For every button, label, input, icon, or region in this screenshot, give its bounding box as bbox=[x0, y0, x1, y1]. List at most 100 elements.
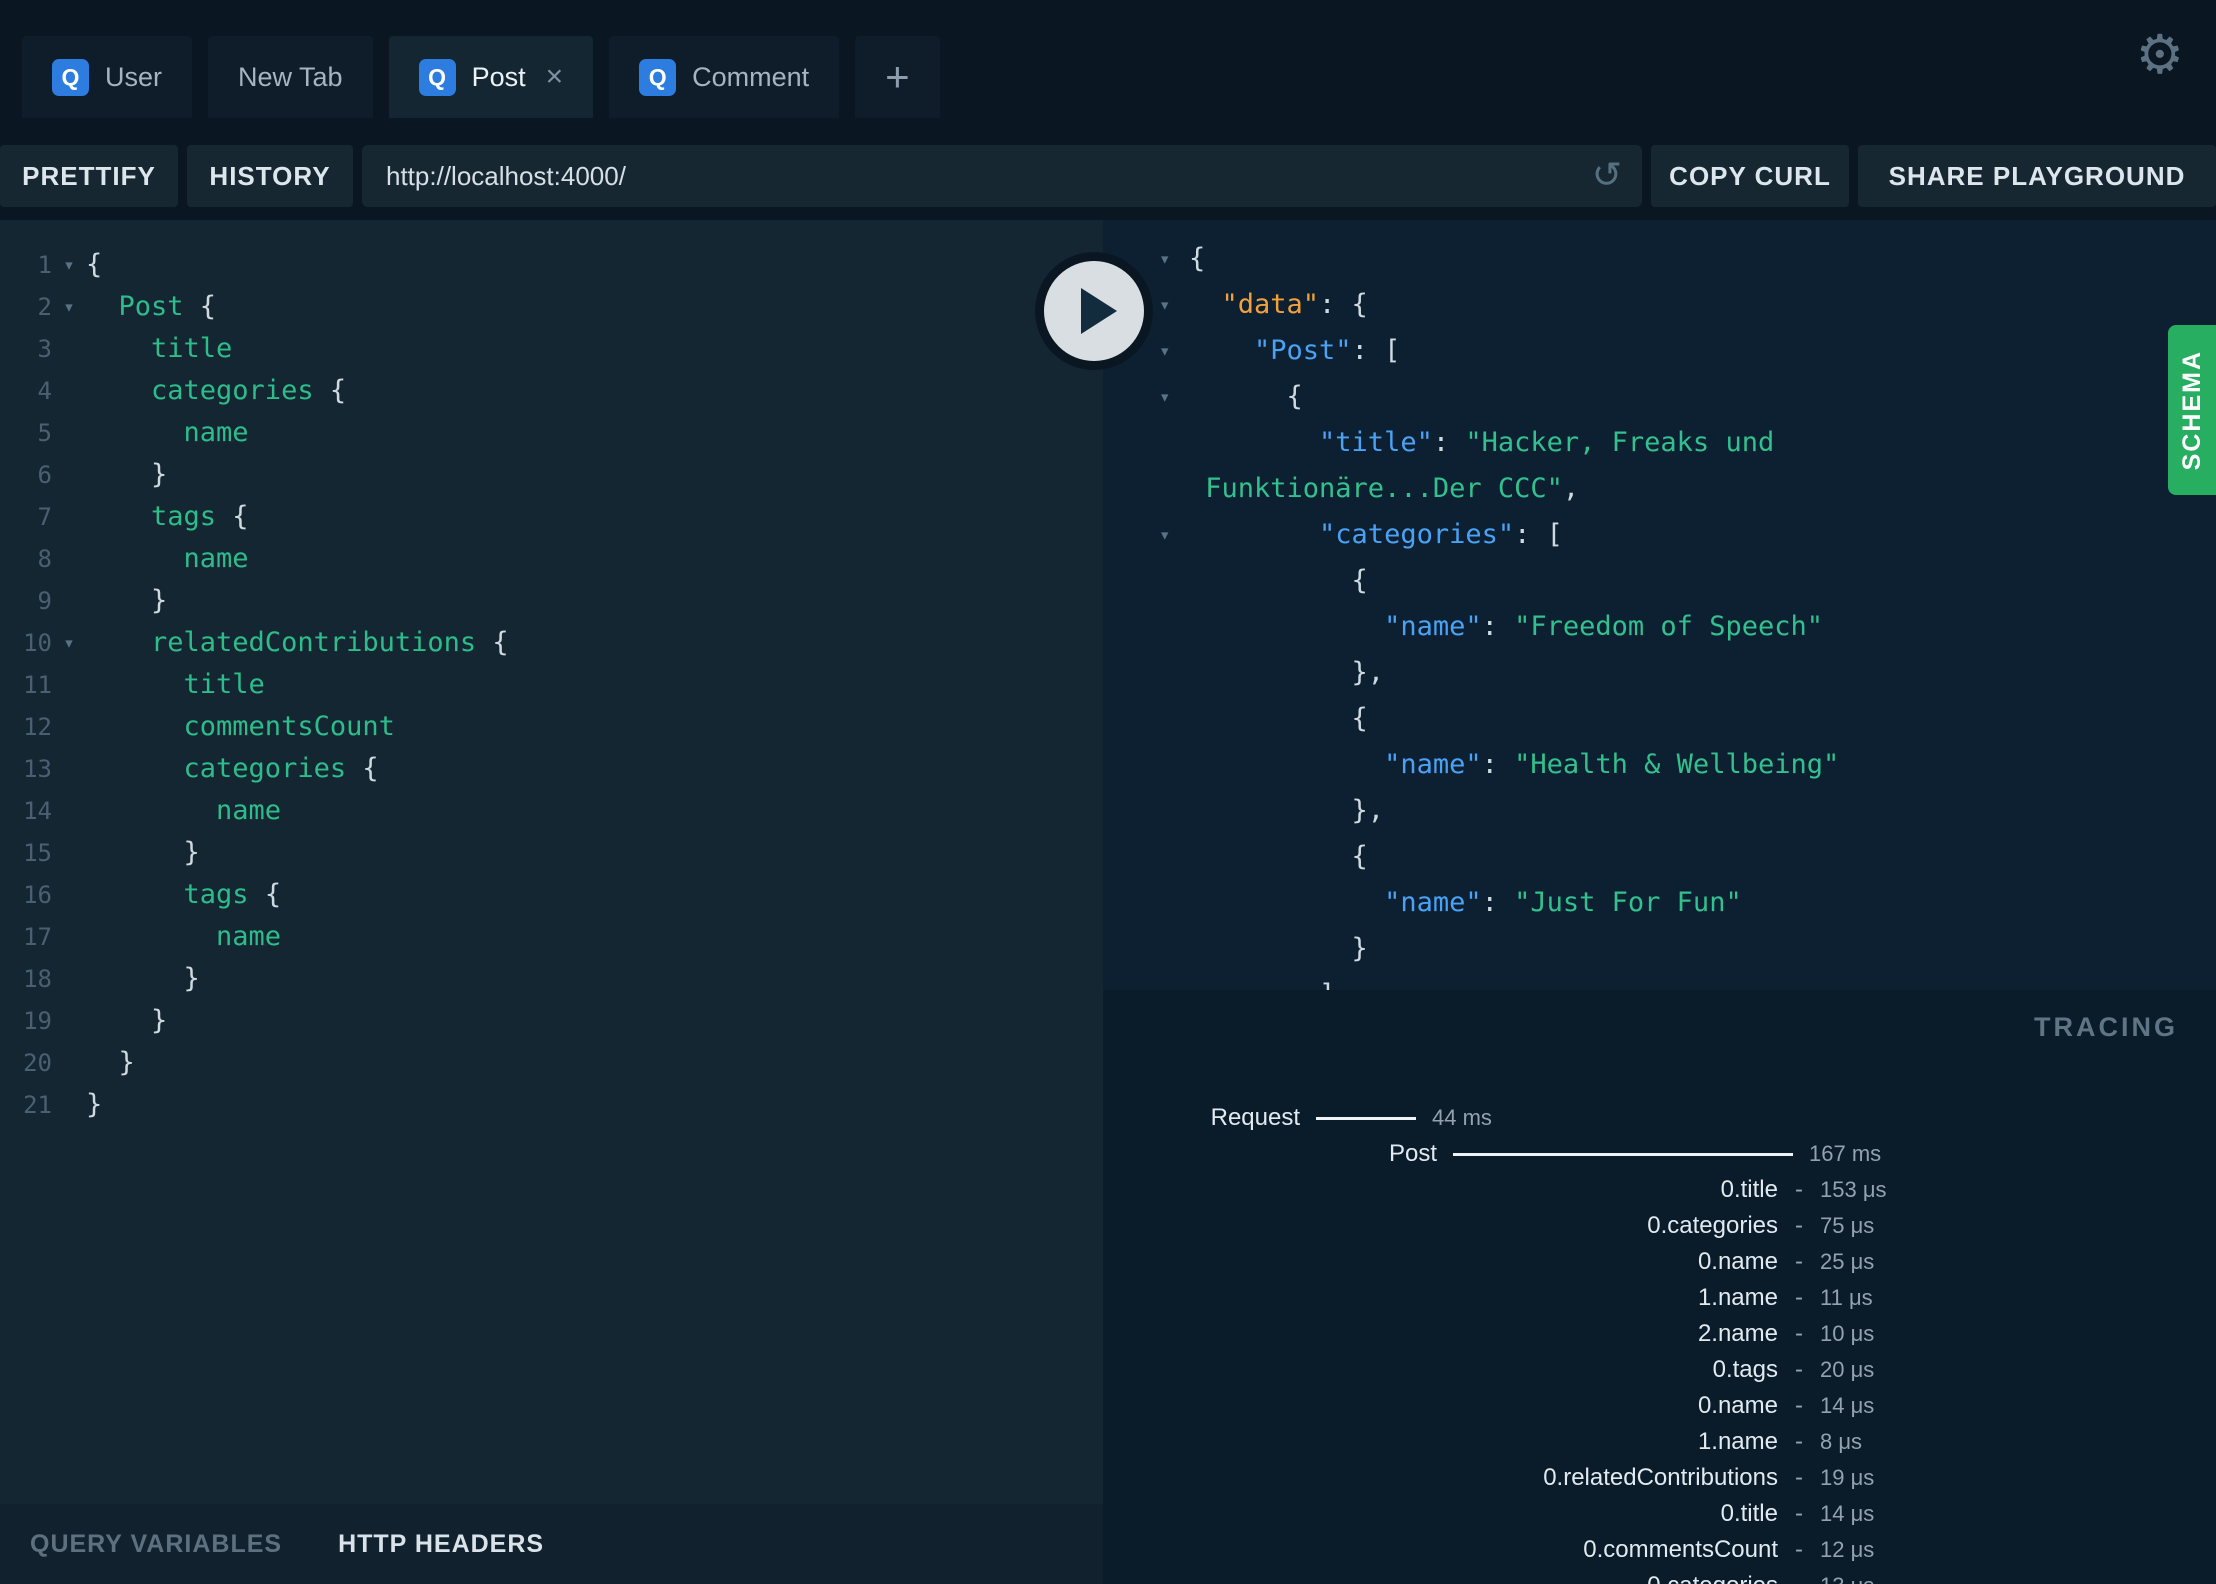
collapse-arrow-icon[interactable]: ▾ bbox=[1159, 282, 1189, 328]
execute-query-button[interactable] bbox=[1035, 252, 1153, 370]
code-text: name bbox=[86, 417, 249, 448]
collapse-arrow-icon[interactable]: ▾ bbox=[1159, 236, 1189, 282]
trace-duration-bar bbox=[1453, 1152, 1793, 1156]
trace-value: 20 μs bbox=[1820, 1357, 1875, 1382]
line-number: 9 bbox=[37, 587, 52, 615]
editor-line: 13 categories { bbox=[0, 748, 1103, 790]
collapse-spacer bbox=[1159, 604, 1189, 650]
line-number: 17 bbox=[23, 923, 52, 951]
trace-dash: - bbox=[1795, 1284, 1803, 1311]
collapse-spacer bbox=[1159, 972, 1189, 990]
share-playground-button[interactable]: SHARE PLAYGROUND bbox=[1858, 145, 2216, 207]
editor-line: 19 } bbox=[0, 1000, 1103, 1042]
editor-line: 2 ▾ Post { bbox=[0, 286, 1103, 328]
trace-value: 153 μs bbox=[1820, 1177, 1887, 1202]
tab-bar: Q User New Tab Q Post × Q Comment + bbox=[22, 36, 940, 118]
tracing-panel: TRACING Request 44 ms Post 167 ms 0.title -15… bbox=[1103, 990, 2216, 1584]
response-line: }, bbox=[1103, 788, 2216, 834]
code-text: title bbox=[86, 669, 265, 700]
response-text: "name": "Health & Wellbeing" bbox=[1189, 749, 1840, 780]
query-badge-icon: Q bbox=[639, 58, 677, 96]
tab-comment[interactable]: Q Comment bbox=[609, 36, 840, 118]
fold-arrow-icon[interactable]: ▾ bbox=[52, 622, 86, 664]
trace-dash: - bbox=[1795, 1212, 1803, 1239]
trace-row: 0.tags -20 μs bbox=[1103, 1352, 2216, 1388]
line-number: 8 bbox=[37, 545, 52, 573]
collapse-arrow-icon[interactable]: ▾ bbox=[1159, 374, 1189, 420]
line-number: 12 bbox=[23, 713, 52, 741]
trace-duration-bar bbox=[1316, 1116, 1416, 1120]
trace-row: 1.name -11 μs bbox=[1103, 1280, 2216, 1316]
response-lines: ▾{▾ "data": {▾ "Post": [▾ { "title": "Ha… bbox=[1103, 236, 2216, 990]
response-line: "name": "Just For Fun" bbox=[1103, 880, 2216, 926]
editor-line: 4 categories { bbox=[0, 370, 1103, 412]
close-tab-icon[interactable]: × bbox=[546, 62, 564, 92]
response-line: }, bbox=[1103, 650, 2216, 696]
new-tab-button[interactable]: + bbox=[855, 36, 940, 118]
trace-label: 0.name bbox=[1697, 1392, 1778, 1419]
code-text: commentsCount bbox=[86, 711, 395, 742]
trace-row: 0.relatedContributions -19 μs bbox=[1103, 1460, 2216, 1496]
tab-new-tab[interactable]: New Tab bbox=[208, 36, 373, 118]
line-number: 14 bbox=[23, 797, 52, 825]
line-number: 6 bbox=[37, 461, 52, 489]
endpoint-url-input[interactable] bbox=[362, 145, 1642, 207]
code-text: tags { bbox=[86, 501, 249, 532]
editor-line: 15 } bbox=[0, 832, 1103, 874]
collapse-arrow-icon[interactable]: ▾ bbox=[1159, 328, 1189, 374]
code-text: } bbox=[86, 585, 168, 616]
tab-post[interactable]: Q Post × bbox=[388, 36, 594, 118]
line-number: 11 bbox=[23, 671, 52, 699]
prettify-button[interactable]: PRETTIFY bbox=[0, 145, 178, 207]
code-text: Post { bbox=[86, 291, 217, 322]
editor-line: 6 } bbox=[0, 454, 1103, 496]
copy-curl-button[interactable]: COPY CURL bbox=[1651, 145, 1849, 207]
response-line: Funktionäre...Der CCC", bbox=[1103, 466, 2216, 512]
tab-query-variables[interactable]: QUERY VARIABLES bbox=[30, 1530, 282, 1559]
collapse-spacer bbox=[1159, 558, 1189, 604]
collapse-arrow-icon[interactable]: ▾ bbox=[1159, 512, 1189, 558]
trace-row: 0.title -14 μs bbox=[1103, 1496, 2216, 1532]
collapse-spacer bbox=[1159, 742, 1189, 788]
trace-label: 1.name bbox=[1697, 1284, 1778, 1311]
line-number: 21 bbox=[23, 1091, 52, 1119]
trace-label: 0.tags bbox=[1712, 1356, 1778, 1383]
editor-line: 18 } bbox=[0, 958, 1103, 1000]
tab-label: User bbox=[105, 61, 163, 92]
code-text: name bbox=[86, 543, 249, 574]
reload-schema-icon[interactable]: ↺ bbox=[1592, 157, 1622, 193]
trace-row: 1.name -8 μs bbox=[1103, 1424, 2216, 1460]
fold-arrow-icon[interactable]: ▾ bbox=[52, 244, 86, 286]
trace-row: 0.categories-13 μs bbox=[1103, 1568, 2216, 1584]
trace-dash: - bbox=[1795, 1428, 1803, 1455]
line-number: 13 bbox=[23, 755, 52, 783]
schema-tab[interactable]: SCHEMA bbox=[2168, 325, 2216, 495]
trace-value: 8 μs bbox=[1820, 1429, 1863, 1454]
collapse-spacer bbox=[1159, 650, 1189, 696]
query-editor-lines: 1 ▾{2 ▾ Post {3 title 4 categories {5 name 6… bbox=[0, 244, 1103, 1126]
tab-user[interactable]: Q User bbox=[22, 36, 193, 118]
editor-line: 16 tags { bbox=[0, 874, 1103, 916]
trace-row: 0.categories -75 μs bbox=[1103, 1208, 2216, 1244]
trace-dash: - bbox=[1795, 1500, 1803, 1527]
history-button[interactable]: HISTORY bbox=[187, 145, 353, 207]
settings-gear-icon[interactable]: ⚙ bbox=[2136, 28, 2184, 82]
collapse-spacer bbox=[1159, 926, 1189, 972]
editor-line: 5 name bbox=[0, 412, 1103, 454]
response-line: ] bbox=[1103, 972, 2216, 990]
tab-http-headers[interactable]: HTTP HEADERS bbox=[338, 1530, 544, 1559]
response-text: { bbox=[1189, 565, 1368, 596]
editor-line: 3 title bbox=[0, 328, 1103, 370]
schema-tab-label: SCHEMA bbox=[2177, 349, 2206, 471]
response-text: ] bbox=[1189, 972, 1335, 990]
fold-arrow-icon[interactable]: ▾ bbox=[52, 286, 86, 328]
trace-label: 0.title bbox=[1720, 1500, 1778, 1527]
query-editor[interactable]: 1 ▾{2 ▾ Post {3 title 4 categories {5 name 6… bbox=[0, 220, 1103, 1504]
trace-value: 10 μs bbox=[1820, 1321, 1875, 1346]
response-viewer[interactable]: ▾{▾ "data": {▾ "Post": [▾ { "title": "Ha… bbox=[1103, 220, 2216, 990]
trace-row: 0.name -25 μs bbox=[1103, 1244, 2216, 1280]
